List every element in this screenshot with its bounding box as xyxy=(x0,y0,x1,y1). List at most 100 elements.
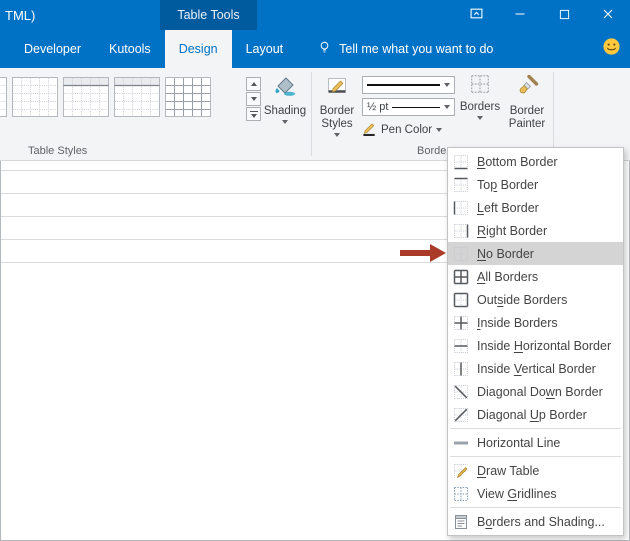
menu-item-label: Right Border xyxy=(477,223,548,238)
line-weight-combo[interactable]: ½ pt xyxy=(362,98,455,116)
border-inside-h-icon xyxy=(452,338,470,354)
gallery-scroll-down-button[interactable] xyxy=(246,92,261,106)
ribbon-display-options-icon xyxy=(470,7,483,23)
menu-item-borders-and-shading[interactable]: Borders and Shading... xyxy=(448,510,623,533)
table-gridline xyxy=(0,193,447,194)
border-diag-up-icon xyxy=(452,407,470,423)
ribbon-tabs: Developer Kutools Design Layout xyxy=(10,30,297,68)
gallery-more-button[interactable] xyxy=(246,107,261,121)
menu-item-label: All Borders xyxy=(477,269,539,284)
table-style-thumbnail[interactable] xyxy=(63,77,109,121)
tab-design[interactable]: Design xyxy=(164,30,232,68)
line-style-preview xyxy=(367,84,440,86)
shading-button[interactable]: Shading xyxy=(261,73,309,124)
border-styles-button[interactable]: Border Styles xyxy=(314,73,360,137)
up-arrow-icon xyxy=(250,82,257,86)
table-styles-group-label: Table Styles xyxy=(28,145,88,157)
smiley-icon xyxy=(602,37,621,61)
menu-item-inside-horizontal-border[interactable]: Inside Horizontal Border xyxy=(448,334,623,357)
group-separator xyxy=(553,72,554,156)
menu-item-bottom-border[interactable]: Bottom Border xyxy=(448,150,623,173)
maximize-icon xyxy=(559,8,570,23)
line-style-combo[interactable] xyxy=(362,76,455,94)
menu-item-label: Borders and Shading... xyxy=(477,514,605,529)
table-style-thumbnail[interactable] xyxy=(114,77,160,121)
menu-item-left-border[interactable]: Left Border xyxy=(448,196,623,219)
border-painter-label: Border Painter xyxy=(508,105,546,130)
close-icon xyxy=(602,8,614,23)
minimize-button[interactable] xyxy=(498,0,542,30)
menu-item-no-border[interactable]: No Border xyxy=(448,242,623,265)
menu-item-diagonal-up-border[interactable]: Diagonal Up Border xyxy=(448,403,623,426)
table-style-thumbnail[interactable] xyxy=(0,77,7,121)
menu-item-label: View Gridlines xyxy=(477,486,557,501)
menu-item-inside-borders[interactable]: Inside Borders xyxy=(448,311,623,334)
menu-item-label: Inside Horizontal Border xyxy=(477,338,612,353)
menu-item-top-border[interactable]: Top Border xyxy=(448,173,623,196)
table-styles-gallery[interactable] xyxy=(0,77,243,121)
menu-item-draw-table[interactable]: Draw Table xyxy=(448,459,623,482)
border-styles-label: Border Styles xyxy=(319,105,355,130)
dropdown-caret-icon xyxy=(444,83,450,87)
shading-label: Shading xyxy=(263,105,307,117)
tab-layout[interactable]: Layout xyxy=(232,30,298,68)
border-painter-icon xyxy=(514,73,540,103)
gallery-scroll-up-button[interactable] xyxy=(246,77,261,91)
menu-separator xyxy=(450,456,621,457)
pen-controls: ½ pt Pen Color xyxy=(362,76,455,140)
table-gridline xyxy=(0,170,447,171)
borders-button-label: Borders xyxy=(459,101,501,113)
menu-item-outside-borders[interactable]: Outside Borders xyxy=(448,288,623,311)
tellme-box[interactable]: Tell me what you want to do xyxy=(317,30,493,68)
smiley-feedback-button[interactable] xyxy=(602,30,621,68)
down-arrow-icon xyxy=(250,97,257,101)
borders-icon xyxy=(469,73,491,99)
menu-item-right-border[interactable]: Right Border xyxy=(448,219,623,242)
outlook-message-window: TML) Table Tools Developer Kutools Desig… xyxy=(0,0,630,541)
menu-item-diagonal-down-border[interactable]: Diagonal Down Border xyxy=(448,380,623,403)
menu-item-horizontal-line[interactable]: Horizontal Line xyxy=(448,431,623,454)
menu-item-label: Diagonal Down Border xyxy=(477,384,603,399)
table-tools-contextual-tab[interactable]: Table Tools xyxy=(160,0,257,30)
line-weight-preview xyxy=(392,106,440,108)
line-weight-value: ½ pt xyxy=(367,101,389,113)
menu-item-inside-vertical-border[interactable]: Inside Vertical Border xyxy=(448,357,623,380)
menu-item-label: Bottom Border xyxy=(477,154,558,169)
border-diag-down-icon xyxy=(452,384,470,400)
window-title: TML) xyxy=(5,8,36,23)
dropdown-caret-icon xyxy=(282,120,288,124)
table-gridline xyxy=(0,239,447,240)
border-right-icon xyxy=(452,223,470,239)
menu-item-view-gridlines[interactable]: View Gridlines xyxy=(448,482,623,505)
table-style-thumbnail[interactable] xyxy=(165,77,211,121)
close-button[interactable] xyxy=(586,0,630,30)
borders-shading-dialog-icon xyxy=(452,514,470,530)
minimize-icon xyxy=(514,8,526,23)
group-separator xyxy=(311,72,312,156)
window-controls xyxy=(454,0,630,30)
horizontal-line-icon xyxy=(452,435,470,451)
border-inside-icon xyxy=(452,315,470,331)
table-gridline xyxy=(0,216,447,217)
menu-item-label: Top Border xyxy=(477,177,539,192)
dropdown-caret-icon xyxy=(477,116,483,120)
table-style-thumbnail[interactable] xyxy=(12,77,58,121)
tab-developer[interactable]: Developer xyxy=(10,30,95,68)
border-left-icon xyxy=(452,200,470,216)
border-painter-button[interactable]: Border Painter xyxy=(503,73,551,131)
contextual-tab-label: Table Tools xyxy=(177,8,240,22)
menu-item-all-borders[interactable]: All Borders xyxy=(448,265,623,288)
maximize-button[interactable] xyxy=(542,0,586,30)
tab-kutools[interactable]: Kutools xyxy=(95,30,165,68)
menu-separator xyxy=(450,428,621,429)
border-styles-icon xyxy=(324,73,350,103)
menu-item-label: Draw Table xyxy=(477,463,540,478)
menu-item-label: Outside Borders xyxy=(477,292,568,307)
ribbon-display-options-button[interactable] xyxy=(454,0,498,30)
view-gridlines-icon xyxy=(452,486,470,502)
dropdown-caret-icon xyxy=(334,133,340,137)
pen-color-button[interactable]: Pen Color xyxy=(362,120,455,140)
borders-button[interactable]: Borders xyxy=(458,73,502,120)
titlebar: TML) Table Tools xyxy=(0,0,630,30)
menu-item-label: Left Border xyxy=(477,200,539,215)
